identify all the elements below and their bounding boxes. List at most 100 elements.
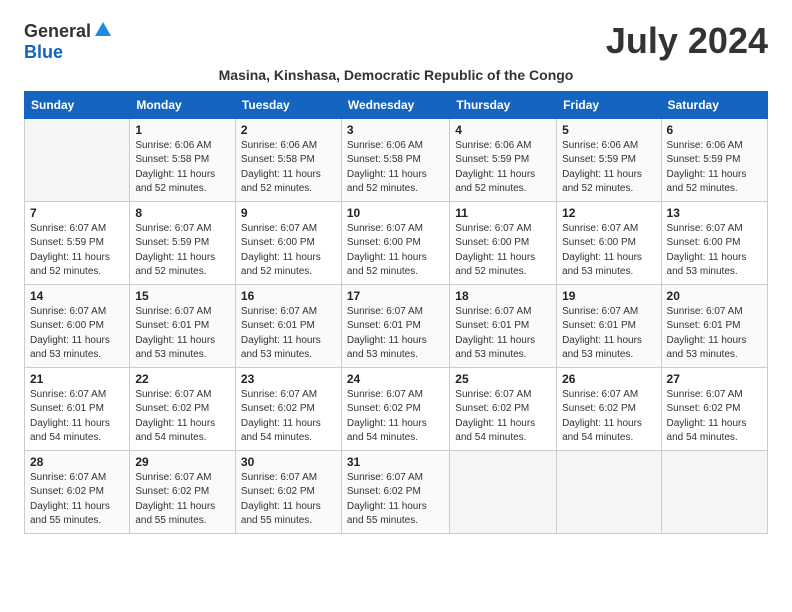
day-number: 20	[667, 289, 762, 303]
calendar-cell: 1Sunrise: 6:06 AMSunset: 5:58 PMDaylight…	[130, 118, 236, 201]
day-info: Sunrise: 6:07 AMSunset: 6:02 PMDaylight:…	[347, 388, 444, 446]
day-number: 29	[135, 455, 230, 469]
day-number: 17	[347, 289, 444, 303]
calendar-cell: 30Sunrise: 6:07 AMSunset: 6:02 PMDayligh…	[235, 450, 341, 533]
calendar-cell: 28 Sunrise: 6:07 AMSunset: 6:02 PMDayligh…	[25, 450, 130, 533]
day-info: Sunrise: 6:07 AMSunset: 6:02 PMDaylight:…	[455, 388, 551, 446]
calendar-week-row: 1Sunrise: 6:06 AMSunset: 5:58 PMDaylight…	[25, 118, 768, 201]
day-info: Sunrise: 6:07 AMSunset: 6:01 PMDaylight:…	[135, 305, 230, 363]
day-number: 2	[241, 123, 336, 137]
calendar-cell: 21Sunrise: 6:07 AMSunset: 6:01 PMDayligh…	[25, 367, 130, 450]
day-number: 27	[667, 372, 762, 386]
day-number: 21	[30, 372, 124, 386]
day-info: Sunrise: 6:07 AMSunset: 6:00 PMDaylight:…	[562, 222, 655, 280]
day-number: 15	[135, 289, 230, 303]
day-info: Sunrise: 6:06 AMSunset: 5:58 PMDaylight:…	[347, 139, 444, 197]
calendar-header-cell: Sunday	[25, 91, 130, 118]
calendar-header-cell: Wednesday	[341, 91, 449, 118]
day-number: 10	[347, 206, 444, 220]
day-number: 5	[562, 123, 655, 137]
calendar-cell: 31Sunrise: 6:07 AMSunset: 6:02 PMDayligh…	[341, 450, 449, 533]
day-info: Sunrise: 6:07 AMSunset: 6:01 PMDaylight:…	[241, 305, 336, 363]
day-number: 31	[347, 455, 444, 469]
day-number: 12	[562, 206, 655, 220]
calendar-cell: 12 Sunrise: 6:07 AMSunset: 6:00 PMDayligh…	[557, 201, 661, 284]
calendar-cell: 8Sunrise: 6:07 AMSunset: 5:59 PMDaylight…	[130, 201, 236, 284]
day-number: 19	[562, 289, 655, 303]
day-number: 18	[455, 289, 551, 303]
calendar-cell: 18 Sunrise: 6:07 AMSunset: 6:01 PMDayligh…	[450, 284, 557, 367]
day-number: 23	[241, 372, 336, 386]
day-info: Sunrise: 6:07 AMSunset: 6:02 PMDaylight:…	[30, 471, 124, 529]
calendar-cell: 7 Sunrise: 6:07 AMSunset: 5:59 PMDaylight…	[25, 201, 130, 284]
calendar-cell: 15 Sunrise: 6:07 AMSunset: 6:01 PMDayligh…	[130, 284, 236, 367]
logo-icon	[94, 20, 112, 38]
calendar-header-cell: Friday	[557, 91, 661, 118]
day-number: 26	[562, 372, 655, 386]
calendar-cell: 20 Sunrise: 6:07 AMSunset: 6:01 PMDayligh…	[661, 284, 767, 367]
day-info: Sunrise: 6:06 AMSunset: 5:59 PMDaylight:…	[667, 139, 762, 197]
day-number: 22	[135, 372, 230, 386]
day-info: Sunrise: 6:07 AMSunset: 6:00 PMDaylight:…	[455, 222, 551, 280]
logo-general-text: General	[24, 22, 91, 42]
calendar-cell: 23 Sunrise: 6:07 AMSunset: 6:02 PMDayligh…	[235, 367, 341, 450]
calendar-cell	[450, 450, 557, 533]
calendar-cell: 26 Sunrise: 6:07 AMSunset: 6:02 PMDayligh…	[557, 367, 661, 450]
day-info: Sunrise: 6:07 AMSunset: 6:00 PMDaylight:…	[30, 305, 124, 363]
day-number: 6	[667, 123, 762, 137]
day-info: Sunrise: 6:07 AMSunset: 6:01 PMDaylight:…	[347, 305, 444, 363]
day-info: Sunrise: 6:07 AMSunset: 6:02 PMDaylight:…	[135, 388, 230, 446]
calendar-cell: 2 Sunrise: 6:06 AMSunset: 5:58 PMDaylight…	[235, 118, 341, 201]
calendar-header-cell: Monday	[130, 91, 236, 118]
day-info: Sunrise: 6:06 AMSunset: 5:58 PMDaylight:…	[241, 139, 336, 197]
day-info: Sunrise: 6:07 AMSunset: 6:01 PMDaylight:…	[562, 305, 655, 363]
calendar-cell: 17 Sunrise: 6:07 AMSunset: 6:01 PMDayligh…	[341, 284, 449, 367]
logo-blue-text: Blue	[24, 43, 63, 63]
day-info: Sunrise: 6:07 AMSunset: 6:01 PMDaylight:…	[667, 305, 762, 363]
day-number: 25	[455, 372, 551, 386]
day-number: 7	[30, 206, 124, 220]
day-number: 3	[347, 123, 444, 137]
calendar-cell: 13 Sunrise: 6:07 AMSunset: 6:00 PMDayligh…	[661, 201, 767, 284]
calendar-week-row: 21Sunrise: 6:07 AMSunset: 6:01 PMDayligh…	[25, 367, 768, 450]
calendar-cell	[557, 450, 661, 533]
calendar-header-cell: Saturday	[661, 91, 767, 118]
day-info: Sunrise: 6:07 AMSunset: 6:00 PMDaylight:…	[667, 222, 762, 280]
day-info: Sunrise: 6:07 AMSunset: 6:01 PMDaylight:…	[455, 305, 551, 363]
day-info: Sunrise: 6:07 AMSunset: 6:02 PMDaylight:…	[562, 388, 655, 446]
day-number: 16	[241, 289, 336, 303]
calendar-table: SundayMondayTuesdayWednesdayThursdayFrid…	[24, 91, 768, 534]
calendar-cell: 16 Sunrise: 6:07 AMSunset: 6:01 PMDayligh…	[235, 284, 341, 367]
day-number: 13	[667, 206, 762, 220]
day-number: 28	[30, 455, 124, 469]
day-number: 11	[455, 206, 551, 220]
day-info: Sunrise: 6:07 AMSunset: 5:59 PMDaylight:…	[30, 222, 124, 280]
calendar-cell: 29Sunrise: 6:07 AMSunset: 6:02 PMDayligh…	[130, 450, 236, 533]
calendar-cell: 25 Sunrise: 6:07 AMSunset: 6:02 PMDayligh…	[450, 367, 557, 450]
calendar-cell: 5 Sunrise: 6:06 AMSunset: 5:59 PMDaylight…	[557, 118, 661, 201]
calendar-cell: 19 Sunrise: 6:07 AMSunset: 6:01 PMDayligh…	[557, 284, 661, 367]
day-number: 14	[30, 289, 124, 303]
calendar-cell: 4Sunrise: 6:06 AMSunset: 5:59 PMDaylight…	[450, 118, 557, 201]
calendar-cell: 9 Sunrise: 6:07 AMSunset: 6:00 PMDaylight…	[235, 201, 341, 284]
calendar-header-cell: Tuesday	[235, 91, 341, 118]
calendar-cell	[661, 450, 767, 533]
day-number: 24	[347, 372, 444, 386]
calendar-week-row: 28 Sunrise: 6:07 AMSunset: 6:02 PMDayligh…	[25, 450, 768, 533]
calendar-cell: 24 Sunrise: 6:07 AMSunset: 6:02 PMDayligh…	[341, 367, 449, 450]
logo: General Blue	[24, 20, 112, 63]
day-info: Sunrise: 6:07 AMSunset: 6:00 PMDaylight:…	[347, 222, 444, 280]
day-info: Sunrise: 6:07 AMSunset: 6:02 PMDaylight:…	[667, 388, 762, 446]
day-info: Sunrise: 6:06 AMSunset: 5:59 PMDaylight:…	[562, 139, 655, 197]
header: General Blue July 2024	[24, 20, 768, 63]
calendar-cell: 10 Sunrise: 6:07 AMSunset: 6:00 PMDayligh…	[341, 201, 449, 284]
day-info: Sunrise: 6:07 AMSunset: 6:02 PMDaylight:…	[241, 388, 336, 446]
day-info: Sunrise: 6:07 AMSunset: 5:59 PMDaylight:…	[135, 222, 230, 280]
day-number: 4	[455, 123, 551, 137]
day-number: 9	[241, 206, 336, 220]
calendar-week-row: 7 Sunrise: 6:07 AMSunset: 5:59 PMDaylight…	[25, 201, 768, 284]
day-info: Sunrise: 6:07 AMSunset: 6:00 PMDaylight:…	[241, 222, 336, 280]
calendar-cell: 22 Sunrise: 6:07 AMSunset: 6:02 PMDayligh…	[130, 367, 236, 450]
calendar-header-row: SundayMondayTuesdayWednesdayThursdayFrid…	[25, 91, 768, 118]
day-info: Sunrise: 6:07 AMSunset: 6:02 PMDaylight:…	[241, 471, 336, 529]
